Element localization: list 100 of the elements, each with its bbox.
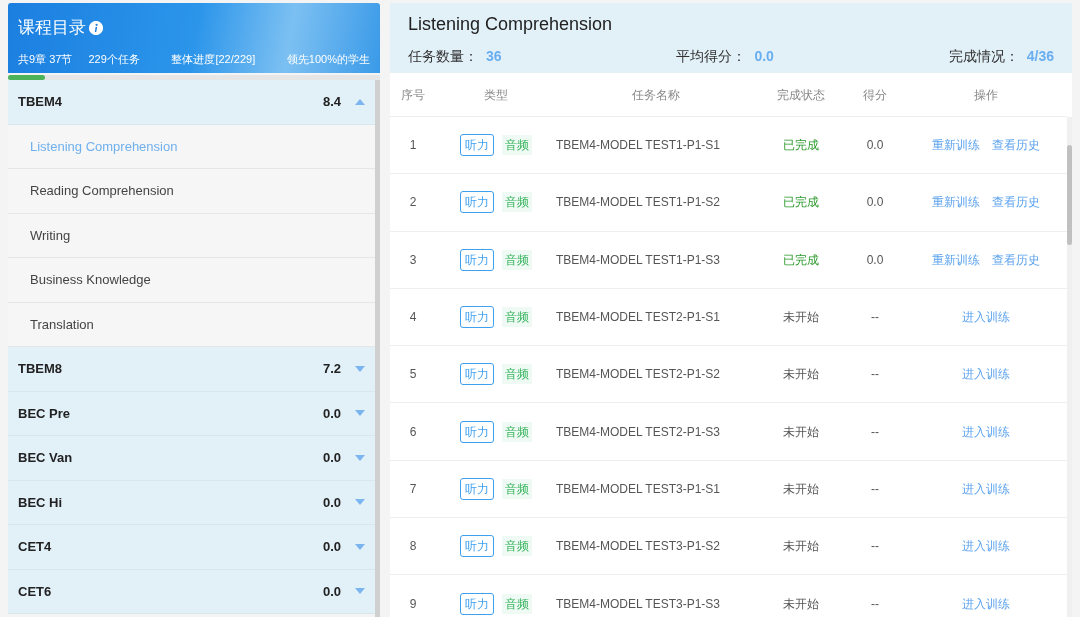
table-cell: 7 [390,460,436,519]
format-tag: 音频 [502,478,532,499]
chapter-name: BEC Pre [18,404,72,423]
action-link[interactable]: 重新训练 [931,193,980,212]
summary-text: 229个任务 [88,51,140,67]
column-header: 得分 [846,73,904,117]
action-link[interactable]: 查看历史 [991,136,1040,155]
table-cell: 9 [390,575,436,617]
chapter-name: TBEM8 [18,360,64,378]
format-tag: 音频 [502,364,532,385]
column-header: 操作 [904,73,1067,117]
table-cell: -- [846,518,904,576]
summary-text: 整体进度[22/229] [171,51,256,67]
action-link[interactable]: 查看历史 [991,250,1040,269]
caret-icon[interactable] [355,365,365,372]
chapter-score: 0.0 [322,582,341,601]
stat-value: 4/36 [1026,47,1054,66]
table-cell: -- [846,288,904,347]
action-link[interactable]: 查看历史 [991,193,1040,212]
chapter-name: BEC Van [18,449,74,467]
chapter-name: CET6 [18,582,53,601]
table-cell: TBEM4-MODEL TEST3-P1-S1 [556,460,756,519]
type-tag: 听力 [460,191,494,214]
action-link[interactable]: 进入训练 [961,594,1010,613]
chapter-score: 0.0 [322,404,341,423]
table-cell: -- [846,575,904,617]
status-cell: 未开始 [756,575,846,617]
caret-icon[interactable] [355,98,365,105]
format-tag: 音频 [502,536,532,557]
table-cell: TBEM4-MODEL TEST2-P1-S2 [556,346,756,404]
format-tag: 音频 [502,421,532,442]
table-cell: TBEM4-MODEL TEST1-P1-S1 [556,117,756,175]
status-cell: 未开始 [756,346,846,404]
table-cell: 0.0 [846,117,904,175]
caret-icon[interactable] [355,454,365,461]
action-link[interactable]: 重新训练 [931,136,980,155]
chapter-row[interactable]: CET6 0.0 [8,569,375,614]
chapter-score: 0.0 [322,449,341,467]
sidebar-title: 课程目录 [18,17,86,39]
action-link[interactable]: 进入训练 [961,537,1010,556]
type-tag: 听力 [460,420,494,443]
chapter-score: 0.0 [322,493,341,512]
status-cell: 未开始 [756,403,846,461]
status-cell: 已完成 [756,231,846,289]
table-cell: 6 [390,403,436,461]
chapter-row[interactable]: BEC Pre 0.0 [8,391,375,436]
format-tag: 音频 [502,249,532,270]
type-tag: 听力 [460,134,494,157]
action-link[interactable]: 重新训练 [931,250,980,269]
table-cell: 0.0 [846,231,904,289]
status-cell: 已完成 [756,174,846,232]
action-link[interactable]: 进入训练 [961,308,1010,327]
type-tag: 听力 [460,248,494,271]
table-cell: TBEM4-MODEL TEST1-P1-S2 [556,174,756,232]
stat-label: 任务数量： [408,47,478,66]
stat-label: 平均得分： [676,47,747,66]
chapter-row[interactable]: BEC Hi 0.0 [8,480,375,525]
info-icon[interactable] [89,20,103,35]
table-cell: TBEM4-MODEL TEST1-P1-S3 [556,231,756,289]
format-tag: 音频 [502,593,532,614]
type-tag: 听力 [460,592,494,615]
summary-text: 共9章 37节 [18,51,73,67]
chapter-score: 0.0 [322,538,341,556]
table-cell: 2 [390,174,436,232]
table-cell: TBEM4-MODEL TEST2-P1-S3 [556,403,756,461]
table-cell: 5 [390,346,436,404]
caret-icon[interactable] [355,543,365,550]
type-tag: 听力 [460,535,494,558]
status-cell: 未开始 [756,518,846,576]
table-cell: 3 [390,231,436,289]
summary-text: 领先100%的学生 [286,51,370,67]
table-cell: -- [846,460,904,519]
table-cell: 4 [390,288,436,347]
chapter-row[interactable]: CET4 0.0 [8,525,375,570]
chapter-score: 8.4 [322,93,341,111]
stat-label: 完成情况： [948,47,1019,66]
chapter-score: 7.2 [322,360,341,378]
caret-icon[interactable] [355,410,365,417]
format-tag: 音频 [502,307,532,328]
column-header: 完成状态 [756,73,846,117]
action-link[interactable]: 进入训练 [961,479,1010,498]
chapter-row[interactable]: BEC Van 0.0 [8,436,375,481]
type-tag: 听力 [460,477,494,500]
type-tag: 听力 [460,363,494,386]
chapter-row[interactable]: TBEM4 8.4 [8,80,375,125]
chapter-name: CET4 [18,538,53,556]
action-link[interactable]: 进入训练 [961,365,1010,384]
caret-icon[interactable] [355,588,365,595]
table-cell: 1 [390,117,436,175]
table-cell: TBEM4-MODEL TEST3-P1-S3 [556,575,756,617]
format-tag: 音频 [502,135,532,156]
scrollbar-thumb[interactable] [1067,145,1072,245]
column-header: 序号 [390,73,436,117]
caret-icon[interactable] [355,499,365,506]
column-header: 任务名称 [556,73,756,117]
chapter-row[interactable]: TBEM8 7.2 [8,347,375,392]
action-link[interactable]: 进入训练 [961,422,1010,441]
type-tag: 听力 [460,306,494,329]
chapter-name: BEC Hi [18,493,64,512]
status-cell: 已完成 [756,117,846,175]
